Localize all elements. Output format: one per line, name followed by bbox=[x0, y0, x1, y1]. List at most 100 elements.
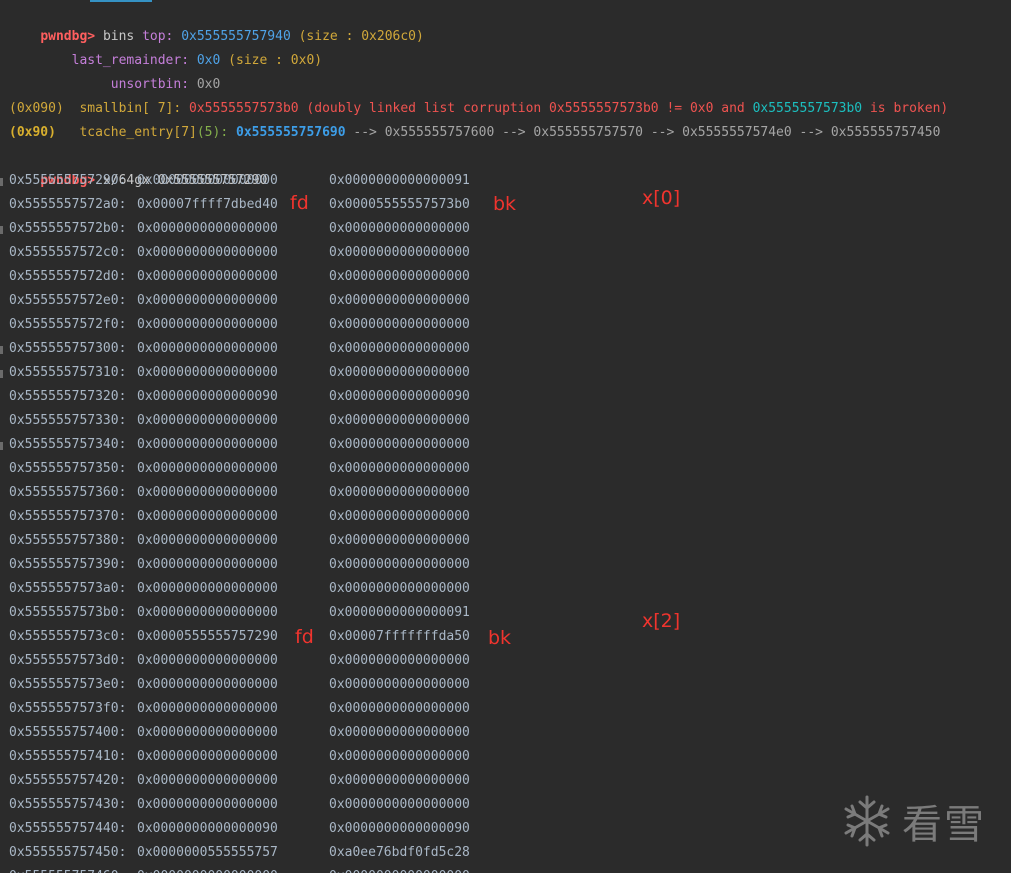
memory-address: 0x555555757310: bbox=[9, 365, 127, 380]
memory-row: 0x5555557573a0: 0x0000000000000000 0x00000… bbox=[9, 577, 489, 601]
last-remainder-size: (size : 0x0) bbox=[228, 53, 323, 68]
memory-word-2: 0x0000000000000000 bbox=[329, 365, 470, 380]
memory-word-2: 0x0000000000000091 bbox=[329, 605, 470, 620]
memory-word-1: 0x0000000000000000 bbox=[137, 605, 278, 620]
gutter-marker bbox=[0, 442, 3, 450]
memory-word-1: 0x0000000000000000 bbox=[137, 365, 278, 380]
annotation-fd: fd bbox=[290, 192, 309, 214]
watermark-logo: 看雪 bbox=[840, 793, 986, 849]
smallbin-label: smallbin[ 7]: bbox=[79, 101, 182, 116]
memory-address: 0x555555757340: bbox=[9, 437, 127, 452]
memory-address: 0x555555757350: bbox=[9, 461, 127, 476]
gutter-marker bbox=[0, 226, 3, 234]
memory-word-1: 0x0000000000000000 bbox=[137, 437, 278, 452]
tcache-count: (5): bbox=[196, 125, 229, 140]
gutter-marker bbox=[0, 370, 3, 378]
memory-word-2: 0x0000000000000000 bbox=[329, 865, 470, 873]
memory-row: 0x555555757380: 0x0000000000000000 0x00000… bbox=[9, 529, 489, 553]
memory-row: 0x555555757300: 0x0000000000000000 0x00000… bbox=[9, 337, 489, 361]
memory-word-1: 0x0000000000000000 bbox=[137, 581, 278, 596]
memory-address: 0x555555757380: bbox=[9, 533, 127, 548]
memory-word-1: 0x0000000000000000 bbox=[137, 485, 278, 500]
memory-word-1: 0x0000000000000000 bbox=[137, 677, 278, 692]
memory-word-2: 0x0000000000000000 bbox=[329, 749, 470, 764]
memory-address: 0x555555757400: bbox=[9, 725, 127, 740]
memory-address: 0x5555557573a0: bbox=[9, 581, 127, 596]
memory-word-1: 0x0000000000000090 bbox=[137, 389, 278, 404]
memory-address: 0x555555757450: bbox=[9, 845, 127, 860]
memory-word-2: 0x0000000000000091 bbox=[329, 173, 470, 188]
memory-address: 0x5555557573f0: bbox=[9, 701, 127, 716]
memory-address: 0x555555757460: bbox=[9, 865, 126, 873]
gutter-marker bbox=[0, 346, 3, 354]
memory-word-1: 0x0000000000000000 bbox=[137, 341, 278, 356]
memory-row: 0x555555757370: 0x0000000000000000 0x00000… bbox=[9, 505, 489, 529]
memory-address: 0x555555757290: bbox=[9, 173, 127, 188]
memory-word-2: 0x0000000000000000 bbox=[329, 701, 470, 716]
memory-row: 0x555555757390: 0x0000000000000000 0x00000… bbox=[9, 553, 489, 577]
memory-address: 0x555555757300: bbox=[9, 341, 127, 356]
top-size: (size : 0x206c0) bbox=[298, 29, 424, 44]
memory-word-2: 0x0000000000000000 bbox=[329, 533, 470, 548]
tcache-chain: --> 0x555555757600 --> 0x555555757570 --… bbox=[353, 125, 941, 140]
annotation-chunk-x0: x[0] bbox=[642, 187, 681, 209]
tcache-head: 0x555555757690 bbox=[236, 125, 346, 140]
memory-word-2: 0x0000000000000000 bbox=[329, 341, 470, 356]
memory-word-2: 0x0000000000000090 bbox=[329, 389, 470, 404]
memory-word-1: 0x0000000000000000 bbox=[137, 173, 278, 188]
memory-row: 0x5555557573e0: 0x0000000000000000 0x00000… bbox=[9, 673, 489, 697]
memory-word-2: 0x0000000000000000 bbox=[329, 221, 470, 236]
memory-row: 0x555555757420: 0x0000000000000000 0x00000… bbox=[9, 769, 489, 793]
memory-word-1: 0x0000555555757290 bbox=[137, 629, 278, 644]
memory-word-2: 0x0000000000000000 bbox=[329, 317, 470, 332]
memory-word-1: 0x0000000000000000 bbox=[137, 533, 278, 548]
memory-word-2: 0xa0ee76bdf0fd5c28 bbox=[329, 845, 470, 860]
unsortbin-label: unsortbin: bbox=[110, 77, 190, 92]
memory-word-2: 0x0000000000000090 bbox=[329, 821, 470, 836]
memory-word-2: 0x0000000000000000 bbox=[329, 509, 470, 524]
memory-word-2: 0x0000000000000000 bbox=[329, 461, 470, 476]
memory-word-2: 0x0000000000000000 bbox=[329, 653, 470, 668]
memory-word-1: 0x0000000000000000 bbox=[137, 653, 278, 668]
memory-row: 0x555555757310: 0x0000000000000000 0x00000… bbox=[9, 361, 489, 385]
memory-word-1: 0x0000000555555757 bbox=[137, 845, 278, 860]
last-remainder-label: last_remainder: bbox=[71, 53, 190, 68]
memory-row: 0x5555557572e0: 0x0000000000000000 0x00000… bbox=[9, 289, 489, 313]
bins-unsortbin-line: unsortbin: 0x0 bbox=[9, 73, 221, 97]
memory-row: 0x555555757330: 0x0000000000000000 0x00000… bbox=[9, 409, 489, 433]
watermark-text: 看雪 bbox=[902, 802, 986, 848]
memory-word-2: 0x0000000000000000 bbox=[329, 413, 470, 428]
smallbin-text: 0x5555557573b0 (doubly linked list corru… bbox=[189, 101, 753, 116]
memory-word-2: 0x0000000000000000 bbox=[329, 293, 470, 308]
annotation-chunk-x2: x[2] bbox=[642, 610, 681, 632]
memory-row: 0x555555757290: 0x0000000000000000 0x00000… bbox=[9, 169, 489, 193]
memory-word-2: 0x0000000000000000 bbox=[329, 581, 470, 596]
memory-word-1: 0x0000000000000000 bbox=[137, 293, 278, 308]
memory-row: 0x555555757410: 0x0000000000000000 0x00000… bbox=[9, 745, 489, 769]
memory-address: 0x555555757320: bbox=[9, 389, 127, 404]
top-label: top: bbox=[142, 29, 174, 44]
memory-word-2: 0x0000000000000000 bbox=[329, 245, 470, 260]
memory-row: 0x5555557573f0: 0x0000000000000000 0x00000… bbox=[9, 697, 489, 721]
memory-word-1: 0x0000000000000000 bbox=[137, 509, 278, 524]
memory-address: 0x5555557573e0: bbox=[9, 677, 127, 692]
memory-row: 0x555555757440: 0x0000000000000090 0x00000… bbox=[9, 817, 489, 841]
memory-address: 0x5555557573c0: bbox=[9, 629, 127, 644]
memory-word-1: 0x00007ffff7dbed40 bbox=[137, 197, 278, 212]
memory-word-2: 0x0000000000000000 bbox=[329, 485, 470, 500]
memory-word-2: 0x0000000000000000 bbox=[329, 269, 470, 284]
memory-word-1: 0x0000000000000000 bbox=[137, 413, 278, 428]
snowflake-icon bbox=[844, 795, 890, 847]
memory-address: 0x5555557572d0: bbox=[9, 269, 127, 284]
smallbin-size: (0x090) bbox=[9, 101, 64, 116]
memory-address: 0x555555757430: bbox=[9, 797, 127, 812]
memory-address: 0x5555557573d0: bbox=[9, 653, 127, 668]
memory-address: 0x555555757360: bbox=[9, 485, 127, 500]
annotation-bk: bk bbox=[488, 627, 512, 649]
memory-row: 0x5555557573b0: 0x0000000000000000 0x00000… bbox=[9, 601, 489, 625]
memory-word-1: 0x0000000000000000 bbox=[137, 557, 278, 572]
memory-address: 0x555555757390: bbox=[9, 557, 127, 572]
terminal-window[interactable]: pwndbg> bins top: 0x555555757940 (size :… bbox=[0, 0, 1011, 873]
bins-tcache-line: (0x90) tcache_entry[7](5): 0x55555575769… bbox=[9, 121, 940, 145]
memory-word-1: 0x0000000000000000 bbox=[137, 461, 278, 476]
